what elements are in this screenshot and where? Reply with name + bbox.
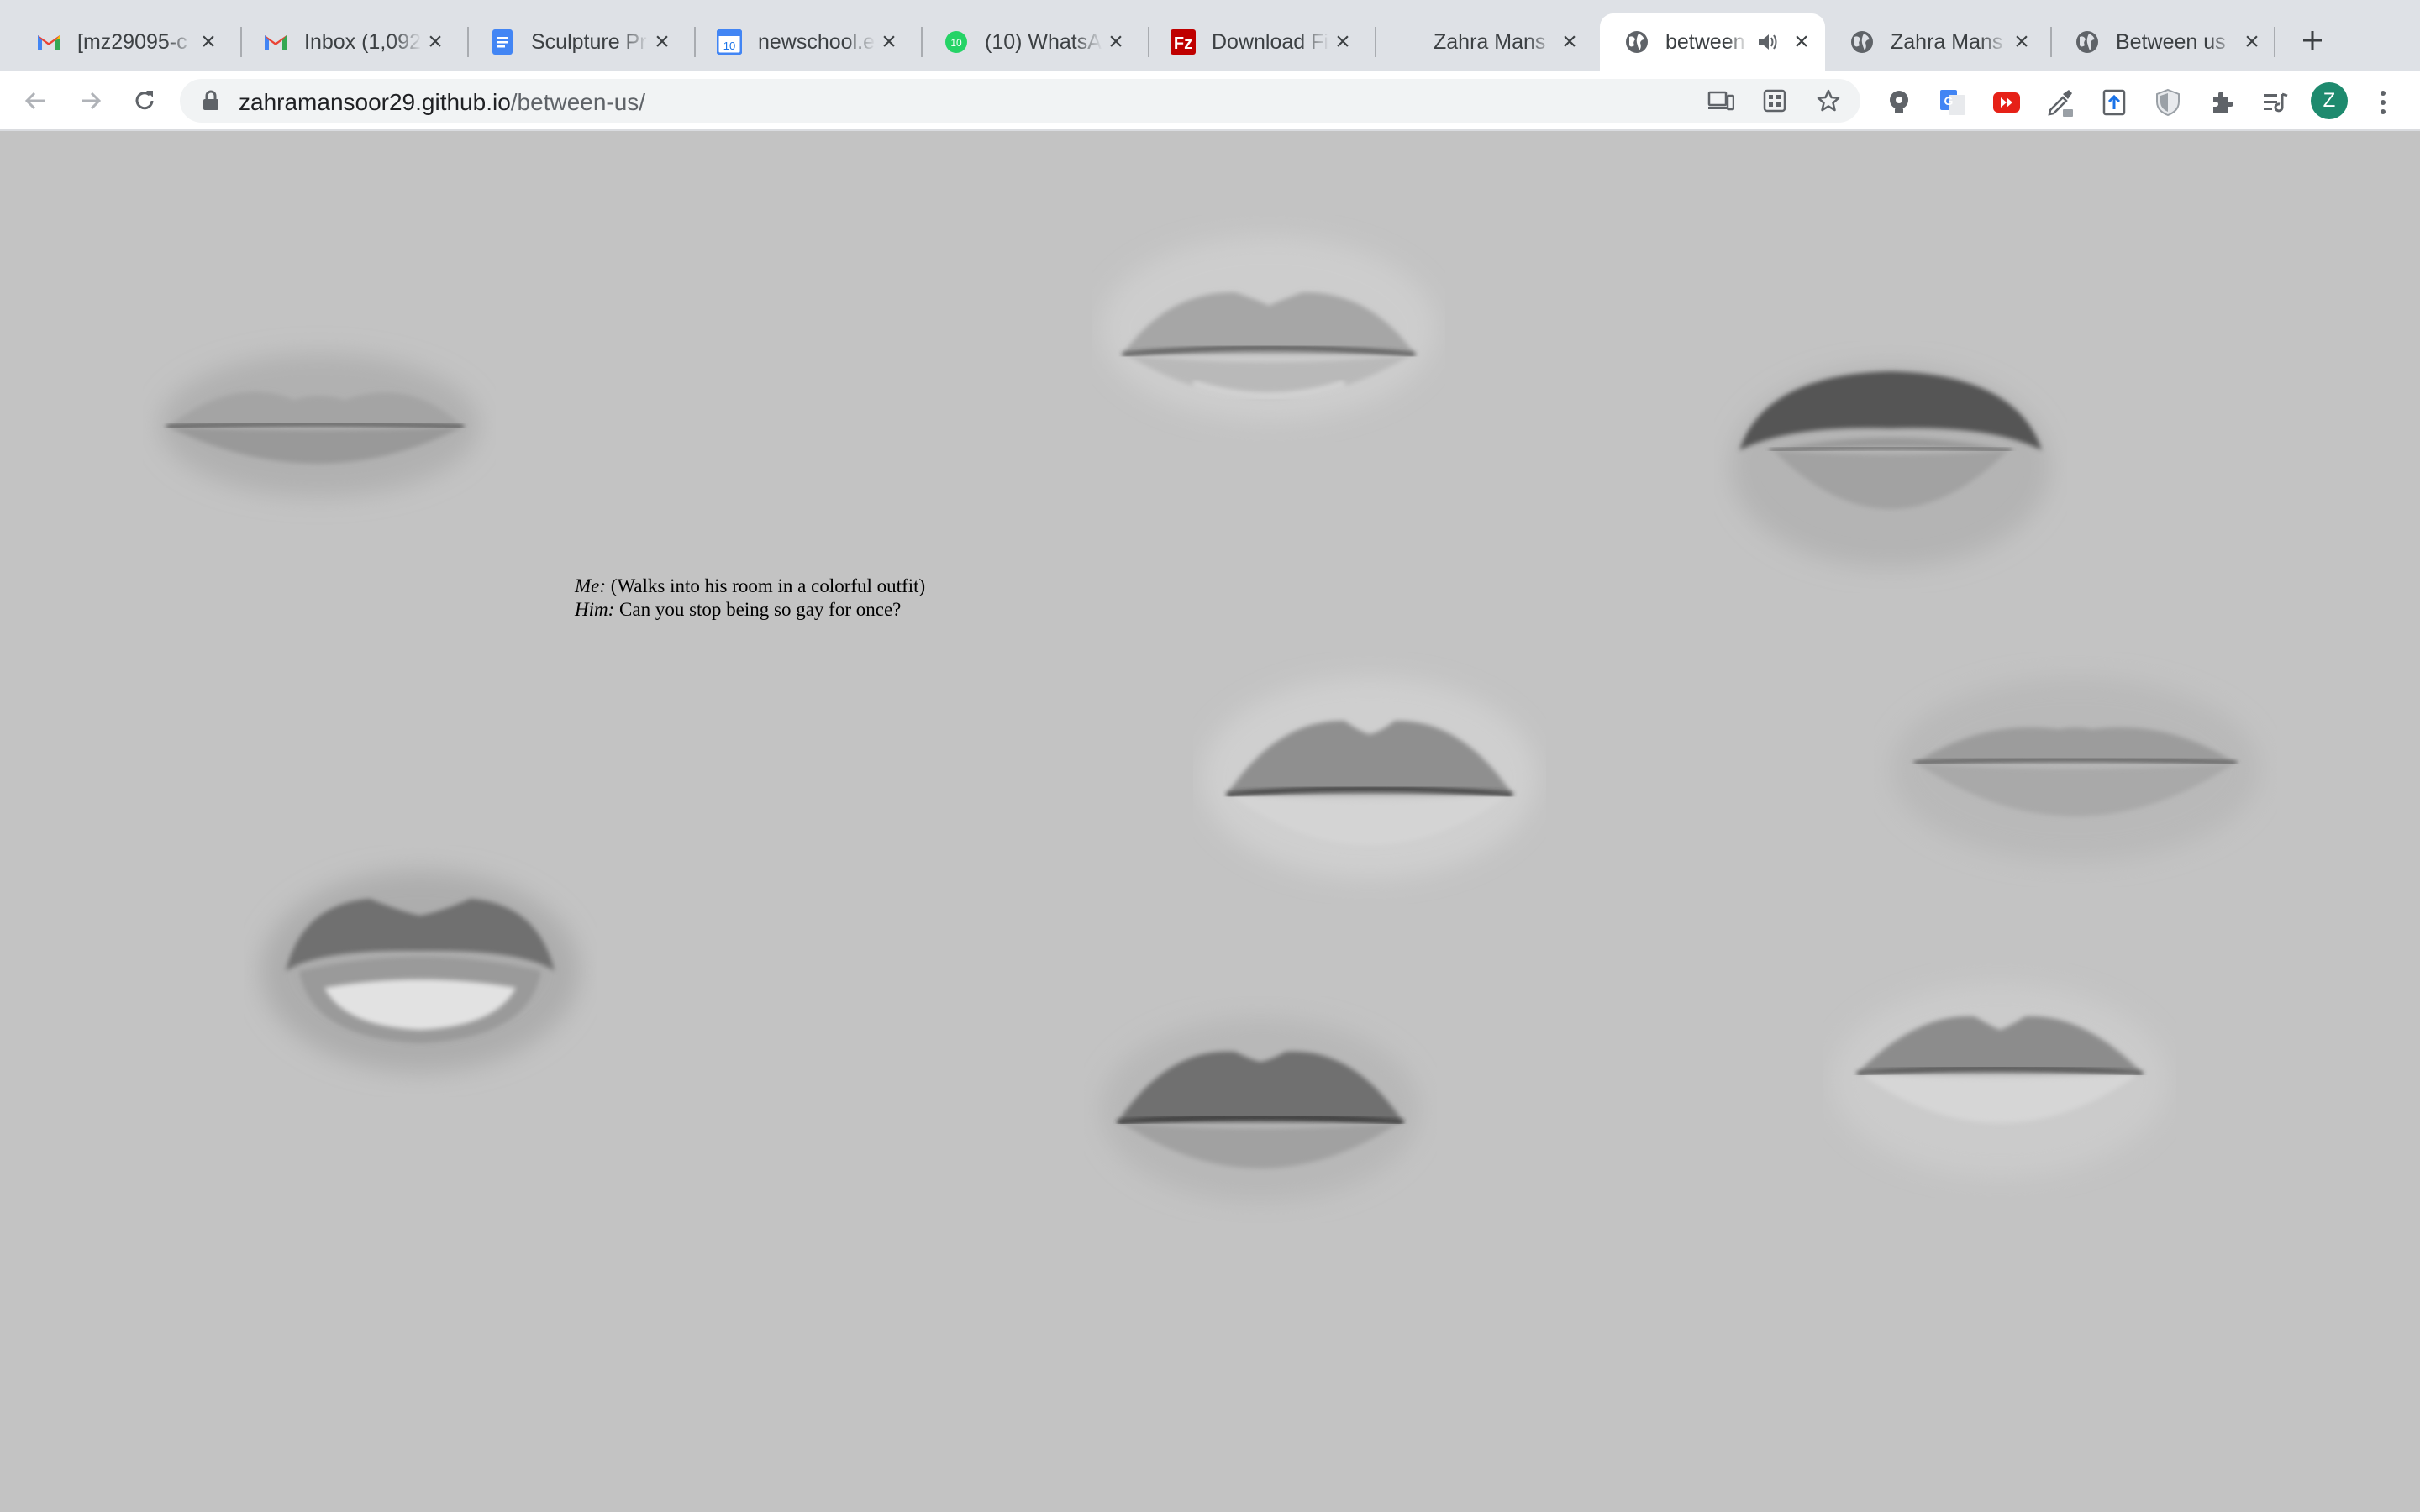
tab-close-icon[interactable]: × [422, 29, 449, 55]
lips-image [160, 354, 479, 496]
cast-devices-icon[interactable] [1706, 86, 1736, 116]
tab-zahra-mansoor[interactable]: Zahra Mans × [1373, 13, 1593, 71]
tab-google-docs[interactable]: Sculpture Pr × [466, 13, 686, 71]
globe-icon [1849, 29, 1876, 55]
tab-close-icon[interactable]: × [1102, 29, 1129, 55]
page-content: Me: (Walks into his room in a colorful o… [0, 131, 2420, 1512]
upload-extension-icon[interactable] [2097, 86, 2131, 119]
google-docs-icon [489, 29, 516, 55]
tab-title: Sculpture Pr [531, 29, 647, 54]
tab-close-icon[interactable]: × [1556, 29, 1583, 55]
forward-arrow-icon [82, 92, 102, 110]
dialogue-me-line: (Walks into his room in a colorful outfi… [610, 575, 926, 596]
tab-close-icon[interactable]: × [195, 29, 222, 55]
tab-title: newschool.e [758, 29, 875, 54]
tab-close-icon[interactable]: × [1329, 29, 1356, 55]
lips-image [1202, 677, 1538, 879]
video-speed-extension-icon[interactable] [1990, 86, 2023, 119]
tab-title: Between us [2116, 29, 2226, 54]
lock-icon[interactable] [200, 90, 222, 112]
qr-code-icon[interactable] [1760, 86, 1790, 116]
lips-image [1101, 1017, 1420, 1202]
tab-google-calendar[interactable]: 10 newschool.e × [692, 13, 913, 71]
tab-zahra-mansoor-2[interactable]: Zahra Mans × [1825, 13, 2045, 71]
tab-whatsapp[interactable]: 10 (10) WhatsA × [919, 13, 1139, 71]
tab-title: Inbox (1,092 [304, 29, 421, 54]
url-text: zahramansoor29.github.io/between-us/ [239, 89, 645, 116]
tab-title: Zahra Mans [1434, 29, 1546, 54]
mustache-lips-image [1731, 366, 2050, 568]
tab-between-us[interactable]: Between us × [2050, 13, 2275, 71]
globe-icon [2074, 29, 2101, 55]
whatsapp-icon: 10 [943, 29, 970, 55]
back-button[interactable] [17, 82, 54, 119]
tab-between-us-active[interactable]: between × [1600, 13, 1825, 71]
tab-close-icon[interactable]: × [1788, 29, 1815, 55]
tab-filezilla[interactable]: Fz Download Fi × [1146, 13, 1366, 71]
svg-text:10: 10 [723, 39, 735, 52]
eyedropper-extension-icon[interactable] [2044, 86, 2077, 119]
kebab-menu-icon[interactable] [2366, 86, 2400, 119]
reload-button[interactable] [126, 82, 163, 119]
tab-gmail-inbox[interactable]: Inbox (1,092 × [239, 13, 459, 71]
tab-gmail-mz29095[interactable]: [mz29095-c × [12, 13, 232, 71]
bookmark-star-icon[interactable] [1813, 86, 1844, 116]
speaker-me: Me: [575, 575, 607, 596]
lips-image [1891, 677, 2260, 862]
svg-text:G: G [1944, 94, 1954, 108]
tab-close-icon[interactable]: × [2008, 29, 2035, 55]
tab-title: [mz29095-c [77, 29, 187, 54]
svg-text:10: 10 [950, 37, 962, 49]
plus-icon [2303, 31, 2322, 50]
speaker-audio-icon[interactable] [1756, 30, 1780, 54]
address-bar[interactable]: zahramansoor29.github.io/between-us/ [180, 79, 1860, 123]
globe-icon [1623, 29, 1650, 55]
media-queue-icon[interactable] [2259, 86, 2292, 119]
forward-button[interactable] [72, 82, 109, 119]
lips-image [1832, 984, 2168, 1177]
url-domain: zahramansoor29.github.io [239, 89, 511, 115]
dialogue-line: Me: (Walks into his room in a colorful o… [575, 575, 925, 598]
extensions-puzzle-icon[interactable] [2205, 86, 2238, 119]
reload-icon [135, 91, 154, 110]
tab-separator [2274, 27, 2275, 57]
tab-close-icon[interactable]: × [2238, 29, 2265, 55]
url-path: /between-us/ [510, 89, 646, 115]
new-tab-button[interactable] [2294, 22, 2331, 59]
dialogue-him-line: Can you stop being so gay for once? [619, 599, 902, 620]
calendar-icon: 10 [716, 29, 743, 55]
lightbulb-extension-icon[interactable] [1882, 86, 1916, 119]
tab-title: between [1665, 29, 1745, 54]
tab-title: Zahra Mans [1891, 29, 2003, 54]
lips-image [260, 870, 580, 1072]
speaker-him: Him: [575, 599, 615, 620]
tab-title: Download Fi [1212, 29, 1328, 54]
google-translate-icon[interactable]: G [1936, 86, 1970, 119]
shield-extension-icon[interactable] [2151, 86, 2185, 119]
back-arrow-icon [24, 92, 45, 110]
tab-strip: [mz29095-c × Inbox (1,092 × Sculpture Pr… [0, 0, 2420, 71]
tab-title: (10) WhatsA [985, 29, 1102, 54]
filezilla-icon: Fz [1170, 29, 1197, 55]
tab-close-icon[interactable]: × [876, 29, 902, 55]
tab-close-icon[interactable]: × [649, 29, 676, 55]
dialogue-line: Him: Can you stop being so gay for once? [575, 598, 925, 622]
svg-text:Fz: Fz [1174, 34, 1192, 53]
lips-image [1101, 236, 1437, 421]
dialogue-text: Me: (Walks into his room in a colorful o… [575, 575, 925, 622]
profile-avatar[interactable]: Z [2311, 82, 2348, 119]
gmail-icon [35, 29, 62, 55]
gmail-icon [262, 29, 289, 55]
